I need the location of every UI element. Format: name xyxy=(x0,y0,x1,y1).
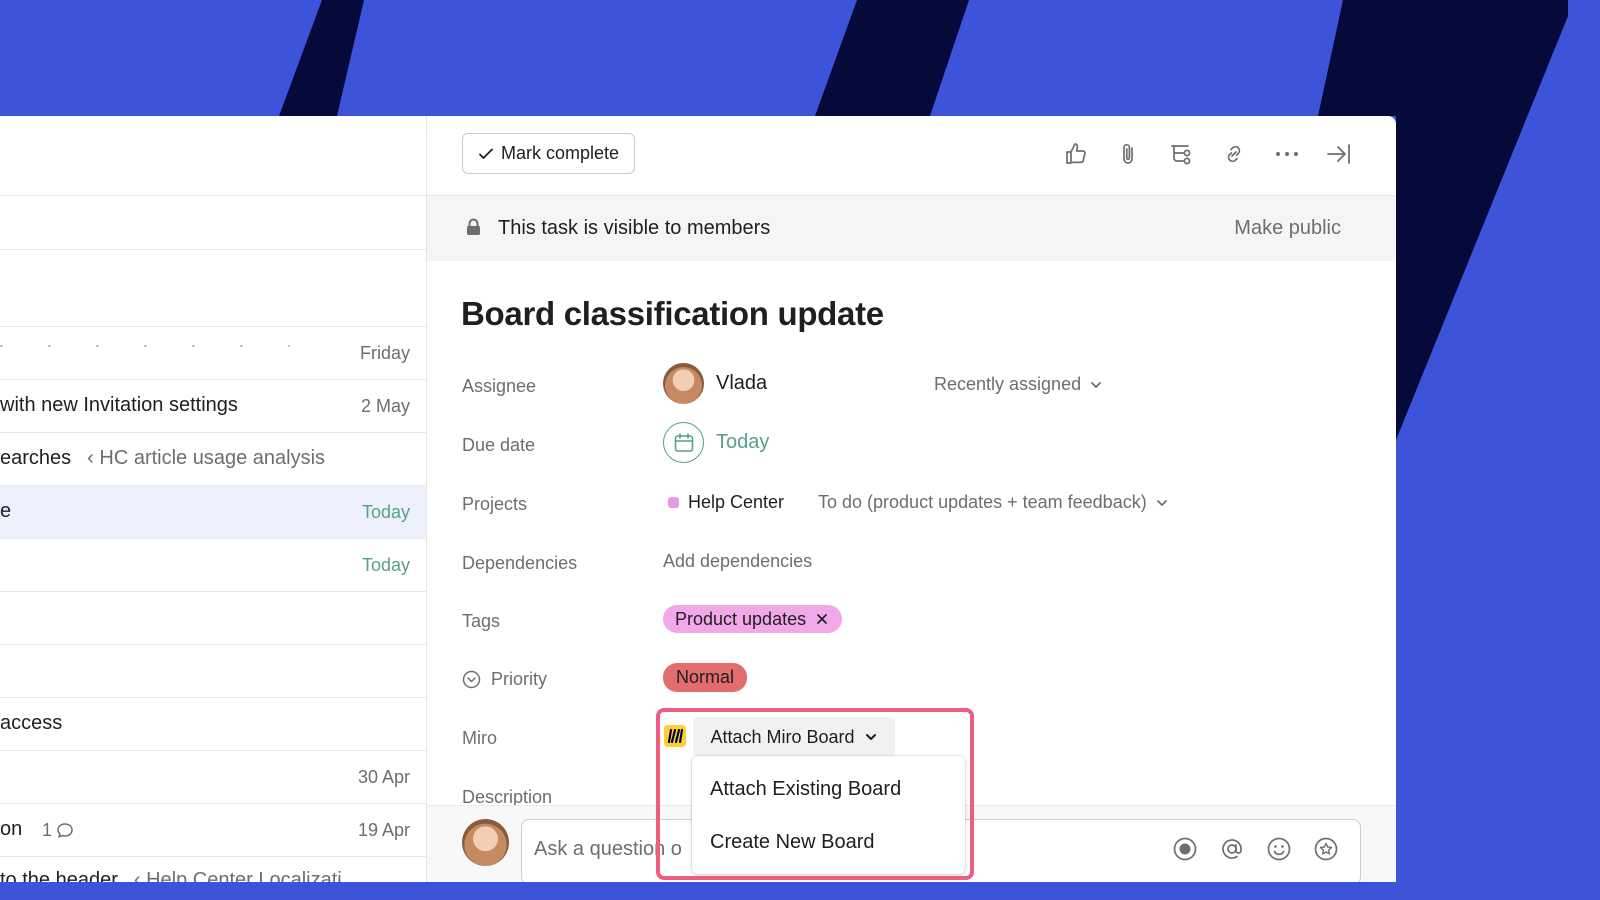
task-parent-link[interactable]: ‹ Help Center Localizati xyxy=(134,869,342,882)
list-header-space xyxy=(0,116,426,196)
task-row[interactable]: earches ‹ HC article usage analysis xyxy=(0,433,426,486)
project-name[interactable]: Help Center xyxy=(688,492,784,513)
task-row[interactable]: to the header ‹ Help Center Localizati xyxy=(0,857,426,882)
task-row[interactable] xyxy=(0,645,426,698)
task-title: e xyxy=(0,500,12,522)
task-row[interactable]: Today xyxy=(0,539,426,592)
create-new-board-option[interactable]: Create New Board xyxy=(710,831,875,854)
projects-label: Projects xyxy=(462,494,528,514)
visibility-text: This task is visible to members xyxy=(498,217,771,239)
task-title: to the header ‹ Help Center Localizati xyxy=(0,869,342,882)
project-section-label: To do (product updates + team feedback) xyxy=(818,492,1147,512)
chevron-down-icon xyxy=(1091,381,1101,388)
task-row[interactable] xyxy=(0,592,426,645)
visibility-banner: This task is visible to members Make pub… xyxy=(427,196,1396,261)
mention-icon[interactable] xyxy=(1219,836,1245,862)
priority-label: Priority xyxy=(491,669,548,689)
due-date-picker[interactable] xyxy=(663,422,704,463)
task-title: on xyxy=(0,818,23,840)
project-section-dropdown[interactable]: To do (product updates + team feedback) xyxy=(818,492,1169,513)
add-dependencies-button[interactable]: Add dependencies xyxy=(663,551,812,572)
task-due-date: Friday xyxy=(359,343,410,363)
recently-assigned-dropdown[interactable]: Recently assigned xyxy=(934,374,1103,395)
project-color-dot xyxy=(668,497,679,508)
priority-pill[interactable]: Normal xyxy=(663,663,747,692)
task-title: earches ‹ HC article usage analysis xyxy=(0,447,325,470)
emoji-icon[interactable] xyxy=(1266,836,1292,862)
check-icon xyxy=(479,148,493,159)
task-list-panel: Friday with new Invitation settings 2 Ma… xyxy=(0,116,427,882)
priority-label-row: Priority xyxy=(462,669,547,690)
list-section-row xyxy=(0,250,426,327)
task-row-selected[interactable]: e Today xyxy=(0,486,426,539)
record-icon[interactable] xyxy=(1172,836,1198,862)
chevron-down-icon xyxy=(1156,499,1167,506)
like-icon[interactable] xyxy=(1062,140,1090,168)
miro-label: Miro xyxy=(462,728,497,748)
close-icon[interactable] xyxy=(816,613,828,625)
task-title: access xyxy=(0,712,63,734)
task-due-date: 30 Apr xyxy=(357,767,410,787)
task-due-date: 2 May xyxy=(360,396,410,416)
task-row[interactable]: access xyxy=(0,698,426,751)
lock-icon xyxy=(467,218,480,235)
mark-complete-label: Mark complete xyxy=(500,143,620,163)
attach-existing-board-option[interactable]: Attach Existing Board xyxy=(710,778,901,801)
calendar-icon xyxy=(674,432,693,452)
task-row[interactable]: 30 Apr xyxy=(0,751,426,804)
star-icon[interactable] xyxy=(1313,836,1339,862)
close-panel-icon[interactable] xyxy=(1325,140,1353,168)
tag-pill[interactable]: Product updates xyxy=(663,605,842,633)
comment-count-value: 1 xyxy=(42,820,53,840)
dependencies-label: Dependencies xyxy=(462,553,578,573)
current-user-avatar xyxy=(462,819,509,866)
task-parent-link[interactable]: ‹ HC article usage analysis xyxy=(87,447,325,469)
due-date-label: Due date xyxy=(462,435,536,455)
chevron-down-icon xyxy=(865,734,876,740)
assignee-avatar[interactable] xyxy=(663,363,704,404)
assignee-label: Assignee xyxy=(462,376,537,396)
comment-count[interactable]: 1 xyxy=(42,820,75,841)
truncated-text-line xyxy=(0,345,290,347)
due-date-value[interactable]: Today xyxy=(716,431,769,454)
task-title-text: earches xyxy=(0,447,72,469)
task-toolbar: Mark complete xyxy=(427,116,1396,196)
task-due-date: Today xyxy=(361,502,410,522)
subtask-icon[interactable] xyxy=(1167,140,1195,168)
task-row[interactable]: with new Invitation settings 2 May xyxy=(0,380,426,433)
miro-board-menu: Attach Existing Board Create New Board xyxy=(692,756,965,874)
comment-placeholder: Ask a question o xyxy=(534,838,682,860)
assignee-name[interactable]: Vlada xyxy=(716,372,767,395)
task-due-date: 19 Apr xyxy=(357,820,410,840)
miro-logo-icon xyxy=(664,725,686,747)
recently-assigned-label: Recently assigned xyxy=(934,374,1082,394)
attachment-icon[interactable] xyxy=(1115,140,1143,168)
attach-miro-board-label: Attach Miro Board xyxy=(710,726,855,747)
chevron-circle-icon xyxy=(462,670,481,689)
more-icon[interactable] xyxy=(1273,140,1301,168)
link-icon[interactable] xyxy=(1220,140,1248,168)
make-public-button[interactable]: Make public xyxy=(1234,217,1341,240)
task-row[interactable]: Friday xyxy=(0,327,426,380)
task-row[interactable]: on 1 19 Apr xyxy=(0,804,426,857)
task-title-text: to the header xyxy=(0,869,118,882)
task-title: with new Invitation settings xyxy=(0,394,238,416)
attach-miro-board-button[interactable]: Attach Miro Board xyxy=(693,717,895,757)
mark-complete-button[interactable]: Mark complete xyxy=(462,133,635,174)
tags-label: Tags xyxy=(462,611,501,631)
task-title[interactable]: Board classification update xyxy=(461,295,884,333)
list-section-row xyxy=(0,196,426,250)
task-due-date: Today xyxy=(361,555,410,575)
comment-icon xyxy=(57,822,73,838)
tag-label: Product updates xyxy=(675,608,807,629)
